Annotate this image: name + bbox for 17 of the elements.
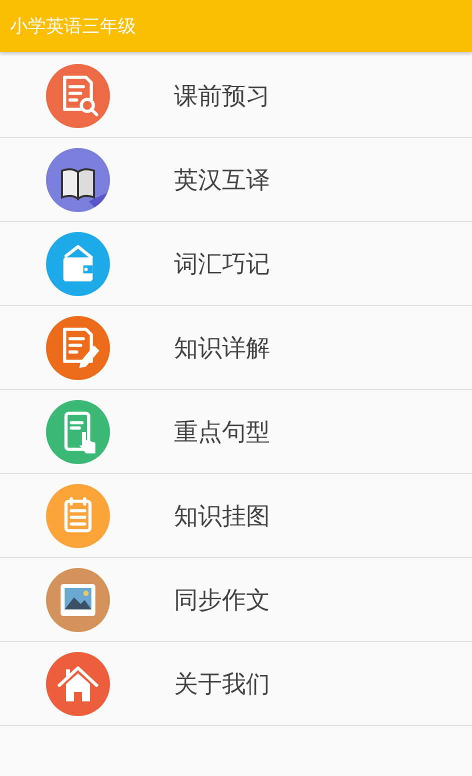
menu-label: 知识详解 — [174, 332, 270, 364]
menu-item[interactable]: 同步作文 — [0, 558, 472, 642]
menu-label: 关于我们 — [174, 668, 270, 700]
menu-label: 知识挂图 — [174, 500, 270, 532]
menu-item[interactable]: 英汉互译 — [0, 138, 472, 222]
menu-item[interactable]: 词汇巧记 — [0, 222, 472, 306]
menu-label: 课前预习 — [174, 80, 270, 112]
menu-item[interactable]: 重点句型 — [0, 390, 472, 474]
menu-label: 重点句型 — [174, 416, 270, 448]
menu-label: 英汉互译 — [174, 164, 270, 196]
menu-label: 同步作文 — [174, 584, 270, 616]
menu-item[interactable]: 知识详解 — [0, 306, 472, 390]
menu-item[interactable]: 知识挂图 — [0, 474, 472, 558]
menu-item[interactable]: 课前预习 — [0, 54, 472, 138]
menu-label: 词汇巧记 — [174, 248, 270, 280]
app-title: 小学英语三年级 — [10, 15, 136, 38]
menu-item[interactable]: 关于我们 — [0, 642, 472, 726]
